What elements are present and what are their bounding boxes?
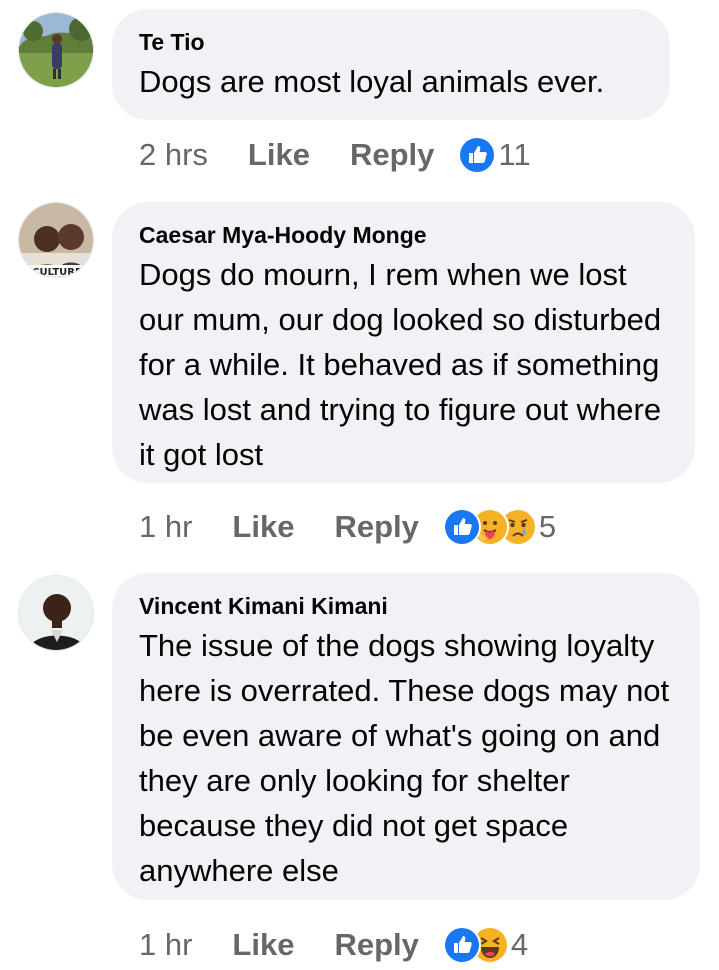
comment-time[interactable]: 1 hr: [139, 927, 192, 963]
comment-author[interactable]: Vincent Kimani Kimani: [139, 591, 674, 621]
comment-text: Dogs are most loyal animals ever.: [139, 64, 605, 99]
avatar[interactable]: [18, 575, 94, 651]
comment-text: Dogs do mourn, I rem when we lost our mu…: [139, 257, 662, 472]
avatar[interactable]: [18, 12, 94, 88]
comment-item: Te Tio Dogs are most loyal animals ever.…: [0, 0, 719, 190]
like-icon: [442, 926, 481, 964]
comment-item: CULTURE Caesar Mya-Hoody Monge Dogs do m…: [0, 190, 719, 570]
avatar[interactable]: CULTURE: [18, 202, 94, 278]
comment-author[interactable]: Te Tio: [139, 27, 644, 57]
comment-bubble: Te Tio Dogs are most loyal animals ever.: [112, 9, 670, 120]
reaction-count: 5: [538, 509, 557, 544]
reply-button[interactable]: Reply: [334, 927, 418, 963]
comment-item: Vincent Kimani Kimani The issue of the d…: [0, 570, 719, 967]
like-button[interactable]: Like: [248, 137, 310, 173]
comment-text: The issue of the dogs showing loyalty he…: [139, 628, 670, 888]
like-button[interactable]: Like: [232, 509, 294, 545]
reactions-summary[interactable]: 11: [458, 136, 531, 174]
comment-author[interactable]: Caesar Mya-Hoody Monge: [139, 220, 669, 250]
avatar-badge-text: CULTURE: [32, 267, 82, 278]
comment-bubble: Caesar Mya-Hoody Monge Dogs do mourn, I …: [112, 202, 695, 483]
comment-actions: 1 hr Like Reply 5: [139, 505, 556, 549]
reaction-count: 11: [498, 137, 531, 172]
reply-button[interactable]: Reply: [350, 137, 434, 173]
like-icon: [458, 136, 497, 174]
comment-time[interactable]: 1 hr: [139, 509, 192, 545]
reactions-summary[interactable]: 4: [442, 926, 529, 964]
comment-bubble: Vincent Kimani Kimani The issue of the d…: [112, 573, 700, 900]
comment-actions: 1 hr Like Reply 4: [139, 923, 528, 967]
comment-time[interactable]: 2 hrs: [139, 137, 208, 173]
reactions-summary[interactable]: 5: [442, 508, 557, 546]
like-button[interactable]: Like: [232, 927, 294, 963]
reaction-count: 4: [510, 927, 529, 962]
like-icon: [442, 508, 481, 546]
reply-button[interactable]: Reply: [334, 509, 418, 545]
comment-actions: 2 hrs Like Reply 11: [139, 133, 531, 177]
